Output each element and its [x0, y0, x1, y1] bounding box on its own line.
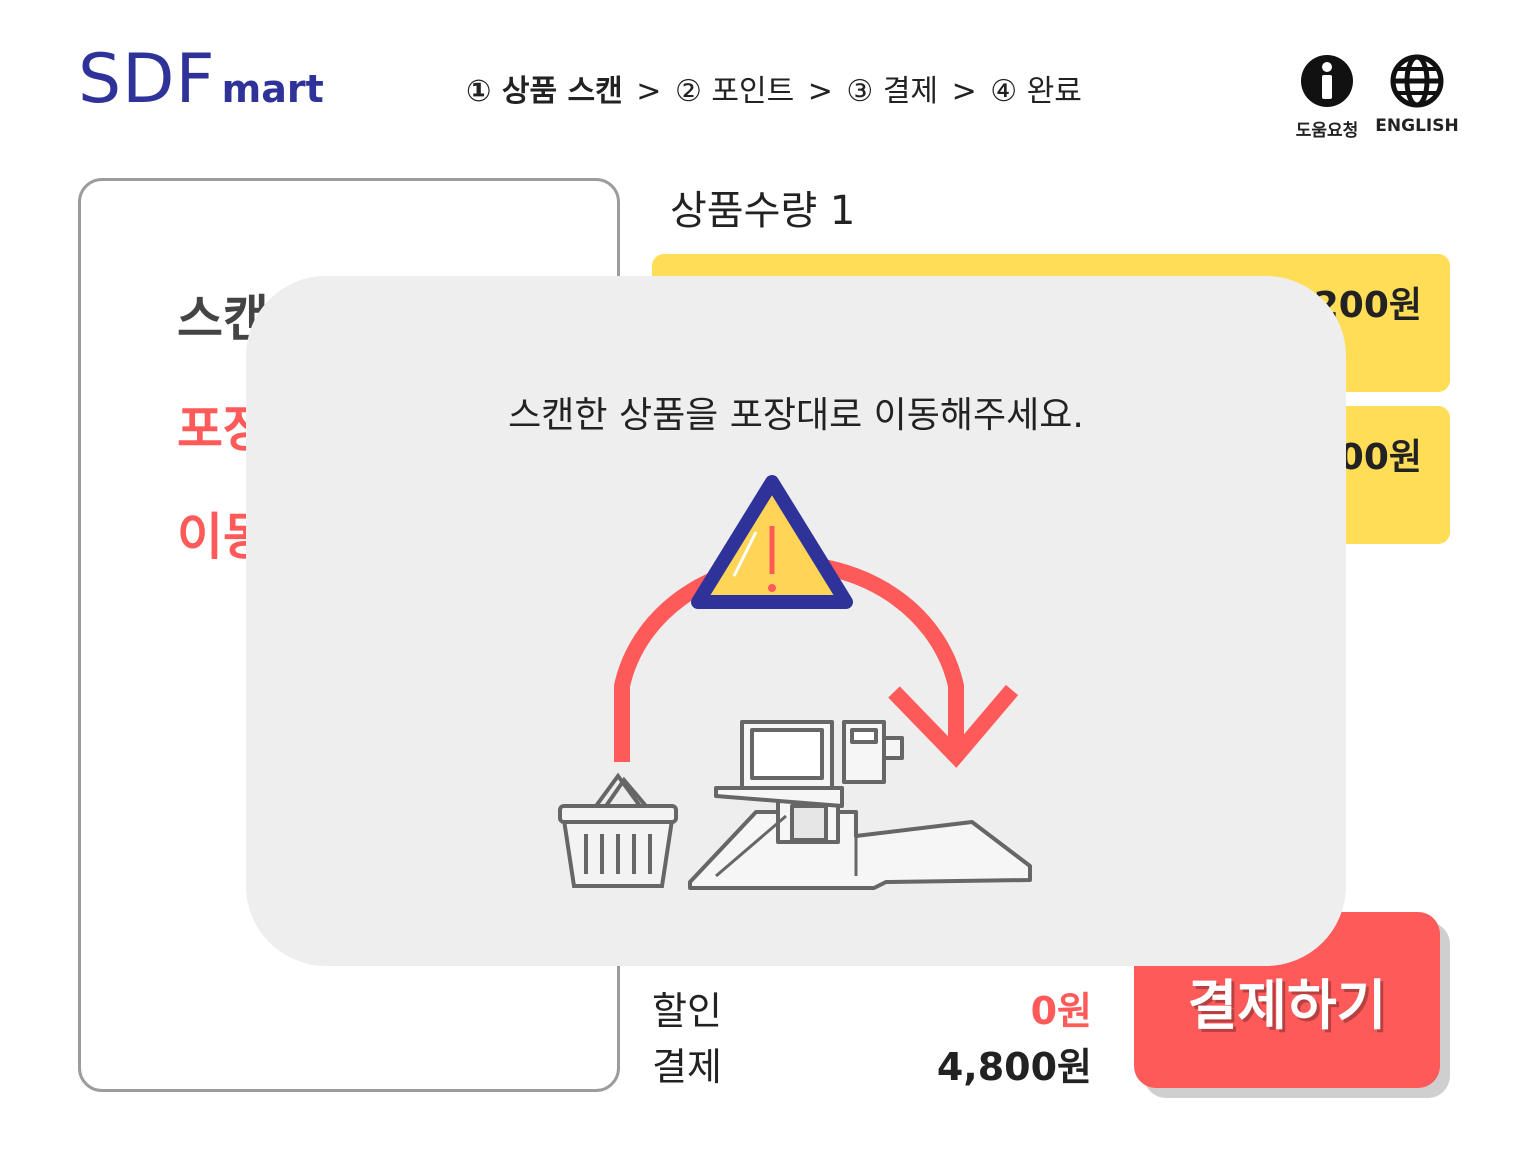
- basket-icon: [558, 772, 678, 888]
- discount-row: 할인 0원: [652, 980, 1092, 1035]
- step-scan: ① 상품 스캔: [466, 74, 623, 109]
- step-separator: >: [807, 74, 833, 109]
- step-separator: >: [951, 74, 977, 109]
- globe-icon: [1390, 54, 1444, 108]
- step-separator: >: [636, 74, 662, 109]
- step-complete: ④ 완료: [990, 74, 1082, 109]
- move-to-packing-modal: 스캔한 상품을 포장대로 이동해주세요.: [246, 276, 1346, 966]
- discount-value: 0원: [1030, 989, 1092, 1033]
- info-icon: [1301, 55, 1353, 107]
- step-points: ② 포인트: [674, 74, 795, 109]
- modal-illustration: [558, 475, 1032, 890]
- help-button[interactable]: 도움요청: [1282, 54, 1372, 141]
- logo: SDF mart: [78, 40, 324, 119]
- logo-sub: mart: [221, 67, 324, 111]
- item-quantity: 상품수량 1: [670, 188, 856, 234]
- language-button[interactable]: ENGLISH: [1372, 54, 1462, 136]
- total-label: 결제: [652, 1045, 722, 1089]
- step-payment: ③ 결제: [846, 74, 939, 109]
- total-row: 결제 4,800원: [652, 1036, 1092, 1091]
- discount-label: 할인: [652, 989, 722, 1033]
- warning-icon: [691, 475, 853, 609]
- progress-steps: ① 상품 스캔 > ② 포인트 > ③ 결제 > ④ 완료: [466, 66, 1082, 110]
- logo-main: SDF: [78, 40, 216, 119]
- language-label: ENGLISH: [1375, 116, 1459, 136]
- item-price: 00원: [1338, 437, 1422, 478]
- checkout-machine-icon: [688, 720, 1032, 890]
- help-label: 도움요청: [1295, 121, 1359, 141]
- total-value: 4,800원: [936, 1045, 1092, 1089]
